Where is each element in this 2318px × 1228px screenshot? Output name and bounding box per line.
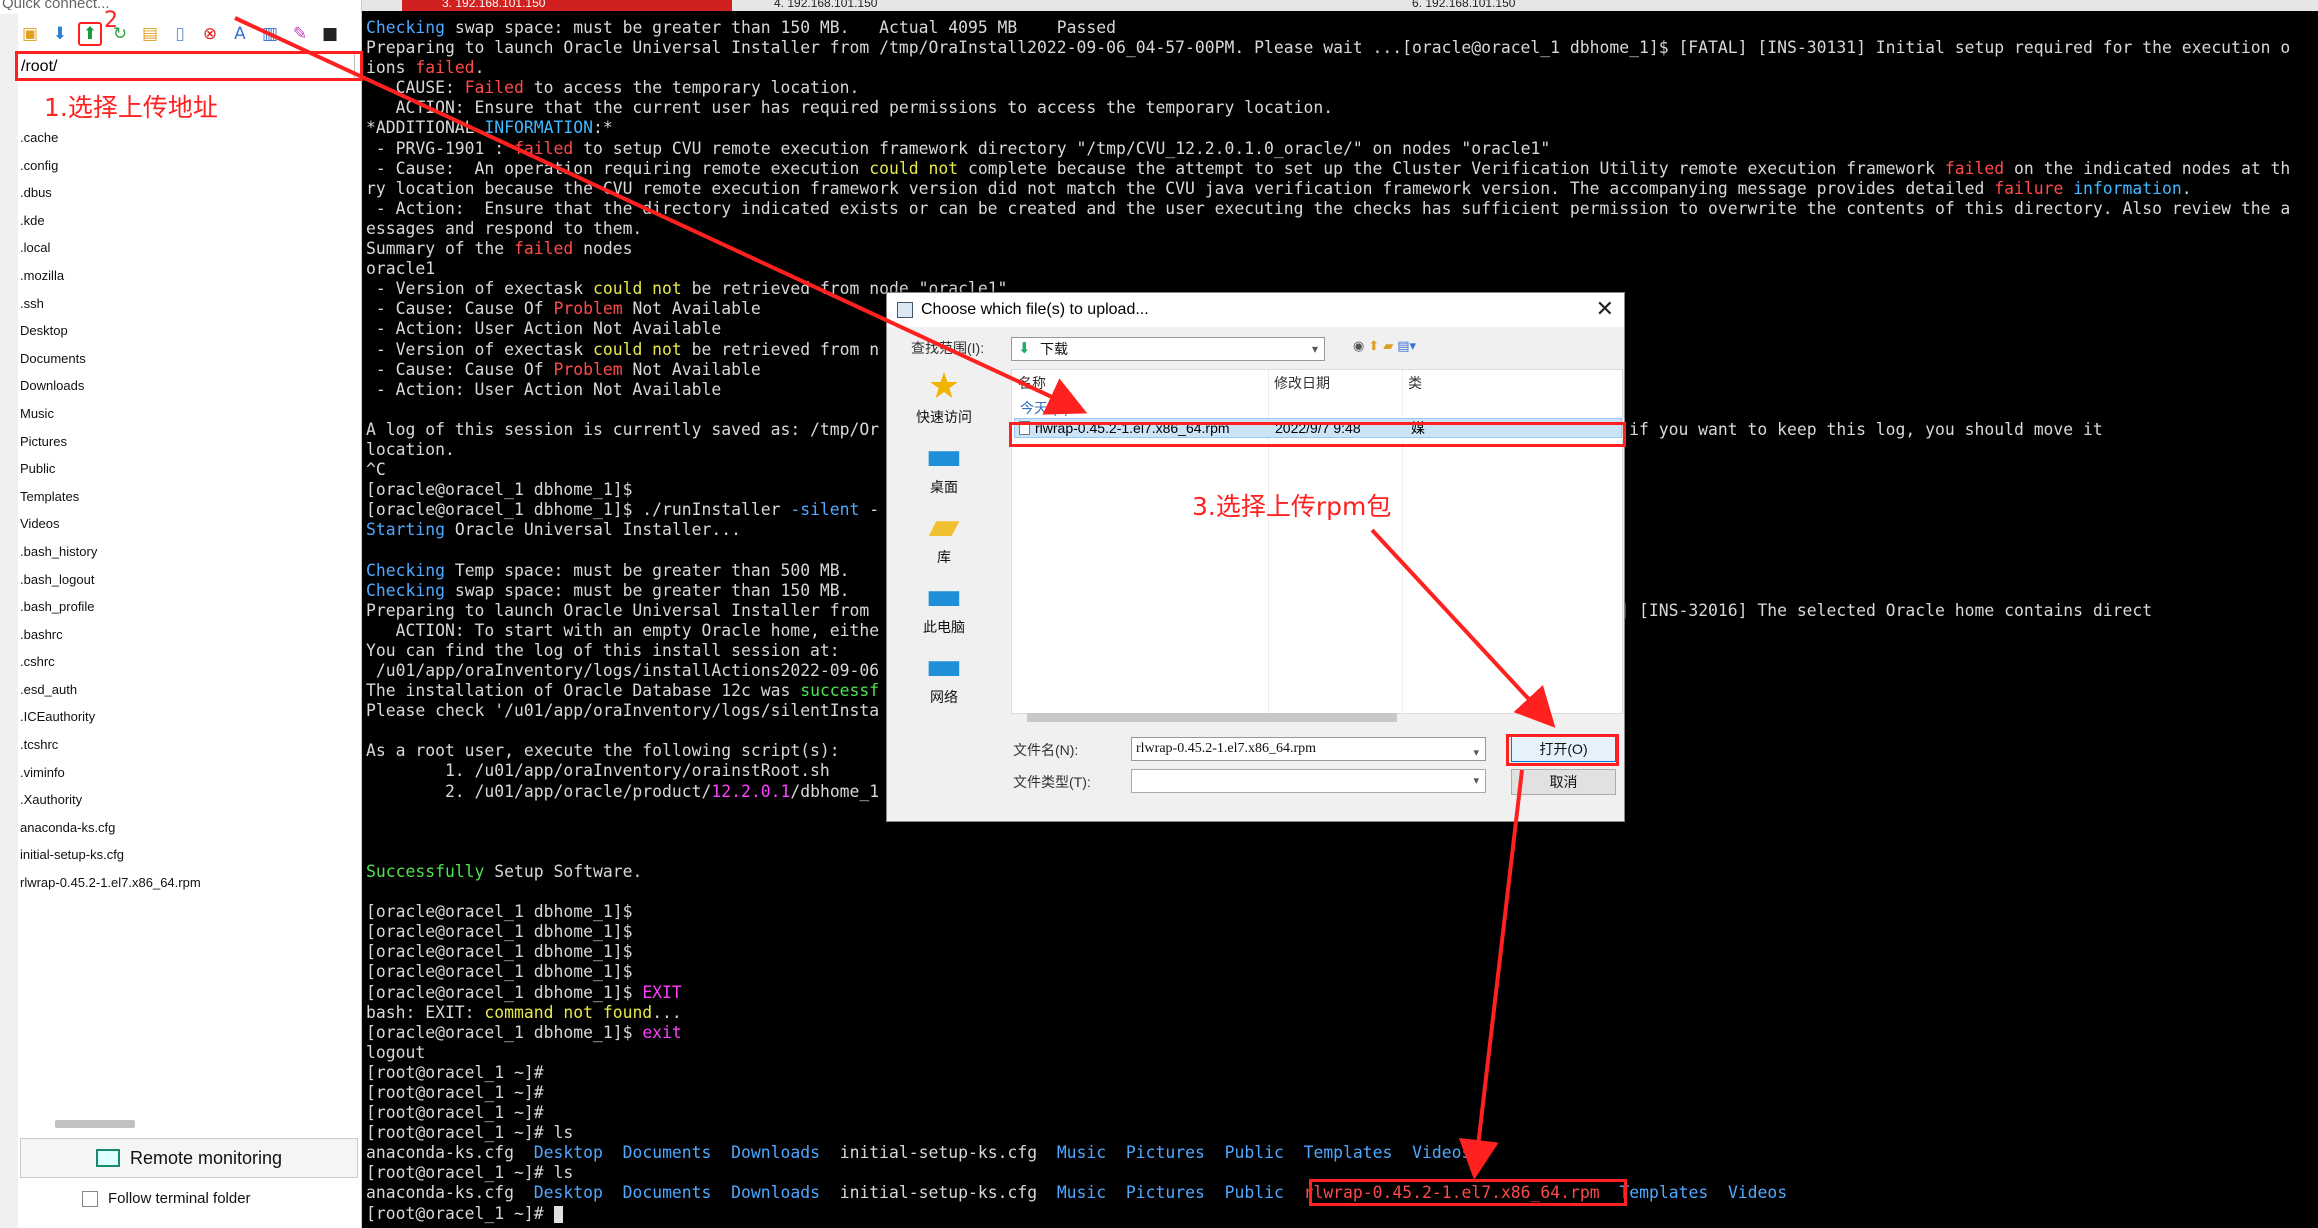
arrow-to-open xyxy=(1370,528,1556,728)
arrow-to-file xyxy=(234,16,1088,415)
arrow-to-rpm xyxy=(1458,769,1524,1180)
annotation-arrows xyxy=(234,16,1556,1180)
